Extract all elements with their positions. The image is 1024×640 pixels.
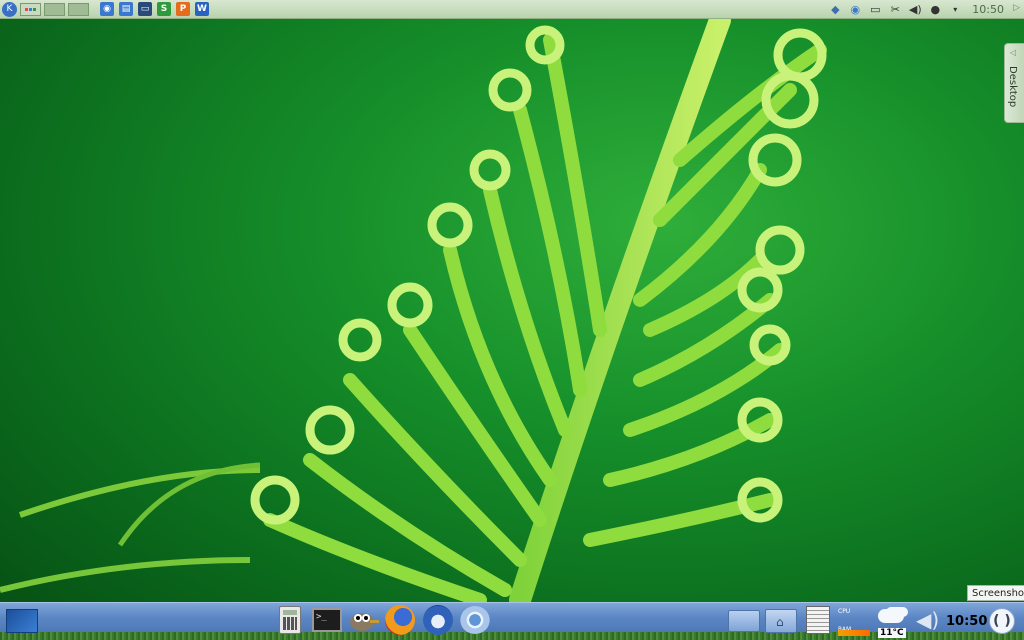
weather-temperature: 11°C <box>878 628 906 638</box>
desktop-toolbox-tab[interactable]: ◁ Desktop <box>1004 43 1024 123</box>
volume-icon[interactable]: ◀) <box>916 608 939 636</box>
pager-desktop-3[interactable] <box>68 2 89 16</box>
wallpaper <box>0 9 827 611</box>
dock-clock[interactable]: 10:50 <box>946 614 987 629</box>
tux-icon[interactable]: ● <box>928 3 942 17</box>
system-tray: ◆ ◉ ▭ ✂ ◀) ● ▾ 10:50 <box>828 0 1024 19</box>
quicklaunch-bar: ◉ ▤ ▭ S P W <box>95 2 209 16</box>
panel-toggle-icon[interactable]: ▷ <box>1013 3 1020 13</box>
spreadsheet-icon[interactable]: S <box>157 2 171 16</box>
calculator-screen <box>283 610 297 615</box>
terminal-icon[interactable]: >_ <box>312 608 342 632</box>
chromium-tray-icon[interactable]: ◉ <box>848 3 862 17</box>
tooltip: Screenshot <box>967 585 1024 601</box>
top-panel: K ◉ ▤ ▭ S P W ◆ ◉ ▭ ✂ ◀) ● ▾ 10:50 ▷ <box>0 0 1024 19</box>
keyboard-icon[interactable]: ▭ <box>868 3 882 17</box>
scissors-icon[interactable]: ✂ <box>888 3 902 17</box>
presentation-icon[interactable]: P <box>176 2 190 16</box>
thunderbird-icon[interactable] <box>423 605 453 635</box>
python-icon[interactable]: ◆ <box>828 3 842 17</box>
arrow-icon: ◁ <box>1010 48 1017 57</box>
text-editor-icon[interactable] <box>806 606 830 634</box>
folder-icon[interactable] <box>728 610 760 632</box>
cpu-label: CPU <box>838 608 851 615</box>
terminal-prompt: >_ <box>316 612 327 622</box>
weather-widget[interactable]: 11°C <box>874 605 910 639</box>
home-folder-icon[interactable]: ⌂ <box>765 609 797 633</box>
firefox-icon[interactable] <box>385 605 415 635</box>
monitor-icon[interactable]: ▭ <box>138 2 152 16</box>
calculator-icon[interactable] <box>279 606 301 634</box>
top-clock[interactable]: 10:50 <box>972 3 1004 16</box>
cloud-icon <box>878 609 904 623</box>
file-manager-icon[interactable]: ▤ <box>119 2 133 16</box>
chromium-icon[interactable] <box>460 606 490 634</box>
app-launcher-button[interactable] <box>6 609 38 633</box>
volume-tray-icon[interactable]: ◀) <box>908 3 922 17</box>
gimp-icon[interactable] <box>346 606 380 634</box>
dropdown-arrow-icon[interactable]: ▾ <box>948 3 962 17</box>
pager-desktop-1[interactable] <box>20 2 41 16</box>
bottom-dock: >_ ⌂ CPU RAM 11°C ◀) 10:50 ( ) <box>0 602 1024 640</box>
kde-logo-icon[interactable]: K <box>2 1 17 17</box>
writer-icon[interactable]: W <box>195 2 209 16</box>
desktop-tab-label: Desktop <box>1007 66 1018 108</box>
dashboard-button[interactable]: ( ) <box>989 608 1015 634</box>
pager-desktop-2[interactable] <box>44 2 65 16</box>
calculator-keys <box>283 617 297 630</box>
ram-usage-bar <box>838 630 870 636</box>
system-monitor-widget[interactable]: CPU RAM <box>838 606 872 636</box>
chromium-icon[interactable]: ◉ <box>100 2 114 16</box>
